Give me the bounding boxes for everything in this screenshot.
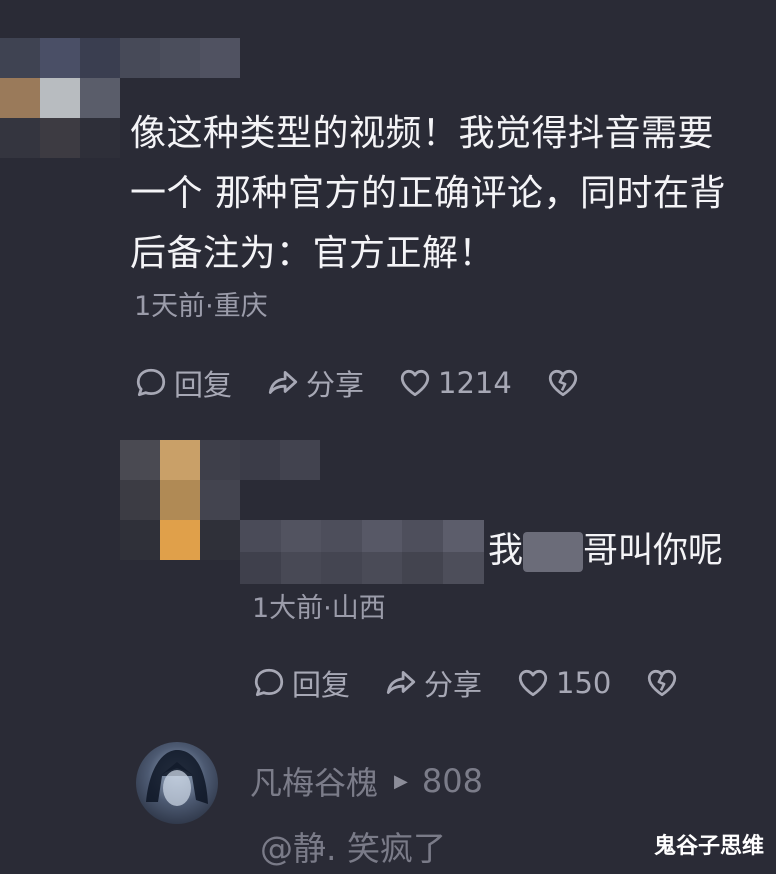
top-share-button[interactable]: 分享	[266, 362, 364, 404]
like-count: 1214	[438, 366, 512, 400]
reply-text-start: 我	[488, 531, 524, 571]
top-dislike-button[interactable]	[546, 366, 586, 400]
like-count: 150	[556, 666, 612, 700]
bottom-comment-text: @静. 笑疯了	[260, 829, 446, 868]
reply-dislike-button[interactable]	[645, 666, 685, 700]
play-triangle-icon: ▶	[394, 770, 408, 792]
reply-mention-mosaic	[240, 520, 484, 584]
anime-avatar-icon	[146, 750, 208, 806]
comment-thread: 像这种类型的视频！我觉得抖音需要一个 那种官方的正确评论，同时在背后备注为：官方…	[0, 0, 776, 874]
reply-text-blur	[523, 532, 584, 572]
comment-bubble-icon	[254, 668, 284, 697]
bottom-comment-user: 凡梅谷槐 ▶ 808	[250, 758, 483, 804]
heart-icon	[400, 369, 430, 397]
reply-like-button[interactable]: 150	[516, 666, 611, 700]
top-comment-text: 像这种类型的视频！我觉得抖音需要一个 那种官方的正确评论，同时在背后备注为：官方…	[130, 113, 726, 274]
avatar[interactable]	[136, 742, 218, 824]
reply-commenter-avatar-mosaic	[120, 440, 240, 560]
reply-comment-meta: 1大前·山西	[252, 593, 386, 624]
top-comment-actions: 回复 分享 1214	[134, 362, 620, 404]
heart-icon	[518, 669, 548, 697]
reply-comment-actions: 回复 分享 150	[252, 662, 719, 704]
share-arrow-icon	[386, 670, 416, 694]
user-level: 808	[421, 762, 483, 800]
share-arrow-icon	[268, 370, 298, 394]
broken-heart-icon	[648, 669, 677, 697]
reply-comment-text: 我 哥叫你呢	[488, 522, 723, 573]
reply-text-end: 哥叫你呢	[583, 531, 724, 571]
share-label: 分享	[306, 368, 365, 402]
reply-reply-button[interactable]: 回复	[252, 662, 350, 704]
top-comment-meta: 1天前·重庆	[134, 291, 268, 322]
top-like-button[interactable]: 1214	[398, 366, 512, 400]
reply-label: 回复	[292, 668, 351, 702]
reply-label: 回复	[174, 368, 233, 402]
top-reply-button[interactable]: 回复	[134, 362, 232, 404]
comment-bubble-icon	[136, 368, 166, 397]
watermark: 鬼谷子思维	[653, 834, 764, 859]
reply-share-button[interactable]: 分享	[384, 662, 482, 704]
username[interactable]: 凡梅谷槐	[250, 758, 378, 804]
reply-commenter-name-mosaic	[240, 440, 320, 480]
broken-heart-icon	[548, 369, 577, 397]
share-label: 分享	[424, 668, 483, 702]
